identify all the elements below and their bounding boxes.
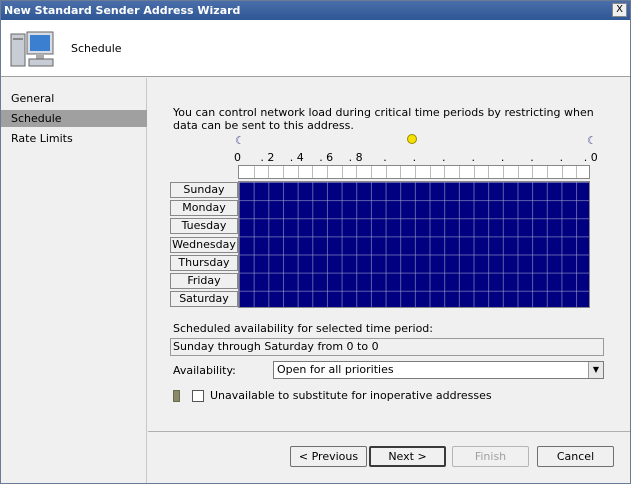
footer-divider bbox=[148, 431, 630, 432]
day-button-thursday[interactable]: Thursday bbox=[170, 254, 238, 271]
close-button[interactable]: X bbox=[612, 3, 627, 17]
computer-icon bbox=[10, 31, 54, 67]
midday-sun-icon bbox=[407, 134, 417, 144]
hour-tick bbox=[561, 166, 563, 178]
hour-label: . 6 bbox=[319, 151, 334, 164]
hour-tick bbox=[283, 166, 284, 178]
wizard-window: New Standard Sender Address Wizard X Sch… bbox=[0, 0, 631, 484]
hour-tick bbox=[444, 166, 446, 178]
day-button-tuesday[interactable]: Tuesday bbox=[170, 218, 238, 235]
availability-dropdown[interactable]: Open for all priorities ▼ bbox=[273, 361, 604, 379]
hour-tick bbox=[503, 166, 505, 178]
hour-tick bbox=[297, 166, 299, 178]
hour-tick bbox=[268, 166, 270, 178]
hour-tick bbox=[547, 166, 549, 178]
hour-tick bbox=[459, 166, 461, 178]
hour-tick bbox=[371, 166, 373, 178]
night-end-icon: ☾ bbox=[587, 134, 597, 147]
hour-tick bbox=[356, 166, 358, 178]
hour-header-row[interactable] bbox=[238, 165, 590, 179]
unavailable-substitute-label[interactable]: Unavailable to substitute for inoperativ… bbox=[210, 389, 492, 402]
finish-button[interactable]: Finish bbox=[452, 446, 529, 467]
hour-label: . 4 bbox=[289, 151, 304, 164]
title-bar: New Standard Sender Address Wizard X bbox=[1, 1, 630, 20]
hour-tick bbox=[576, 166, 578, 178]
page-title: Schedule bbox=[71, 42, 122, 55]
chevron-down-icon[interactable]: ▼ bbox=[588, 362, 603, 378]
hour-tick bbox=[517, 166, 519, 178]
scheduled-availability-value: Sunday through Saturday from 0 to 0 bbox=[170, 338, 604, 356]
hour-tick bbox=[488, 166, 490, 178]
schedule-cells[interactable] bbox=[238, 181, 590, 308]
hour-tick bbox=[253, 166, 255, 178]
nav-item-schedule[interactable]: Schedule bbox=[1, 110, 147, 127]
hour-tick bbox=[415, 166, 417, 178]
availability-label: Availability: bbox=[173, 364, 236, 377]
schedule-description: You can control network load during crit… bbox=[173, 106, 594, 132]
scheduled-availability-label: Scheduled availability for selected time… bbox=[173, 322, 433, 335]
nav-item-general[interactable]: General bbox=[1, 90, 147, 107]
schedule-grid: Sunday Monday Tuesday Wednesday Thursday Frid… bbox=[170, 165, 590, 308]
day-button-friday[interactable]: Friday bbox=[170, 273, 238, 289]
schedule-panel: You can control network load during crit… bbox=[148, 78, 630, 430]
hour-tick bbox=[400, 166, 402, 178]
hour-tick bbox=[327, 166, 329, 178]
hour-tick bbox=[312, 166, 314, 178]
hour-tick bbox=[385, 166, 387, 178]
hour-tick bbox=[341, 166, 343, 178]
nav-item-rate-limits[interactable]: Rate Limits bbox=[1, 130, 147, 147]
legend-swatch bbox=[173, 390, 180, 402]
hour-tick bbox=[429, 166, 431, 178]
hour-label: 0 bbox=[234, 151, 241, 164]
hour-tick bbox=[473, 166, 475, 178]
window-title: New Standard Sender Address Wizard bbox=[4, 4, 241, 17]
hour-label: . 8 bbox=[348, 151, 363, 164]
hour-label: . 0 bbox=[583, 151, 598, 164]
availability-value: Open for all priorities bbox=[277, 363, 394, 376]
hour-tick bbox=[532, 166, 534, 178]
night-start-icon: ☾ bbox=[235, 134, 245, 147]
day-button-wednesday[interactable]: Wednesday bbox=[170, 236, 238, 253]
hour-label: . 2 bbox=[260, 151, 275, 164]
wizard-nav: General Schedule Rate Limits bbox=[1, 78, 147, 483]
unavailable-substitute-checkbox[interactable] bbox=[192, 390, 204, 402]
day-button-saturday[interactable]: Saturday bbox=[170, 291, 238, 308]
previous-button[interactable]: < Previous bbox=[290, 446, 367, 467]
next-button[interactable]: Next > bbox=[369, 446, 446, 467]
day-button-sunday[interactable]: Sunday bbox=[170, 182, 238, 198]
cancel-button[interactable]: Cancel bbox=[537, 446, 614, 467]
wizard-header: Schedule bbox=[1, 20, 630, 77]
day-button-monday[interactable]: Monday bbox=[170, 200, 238, 217]
